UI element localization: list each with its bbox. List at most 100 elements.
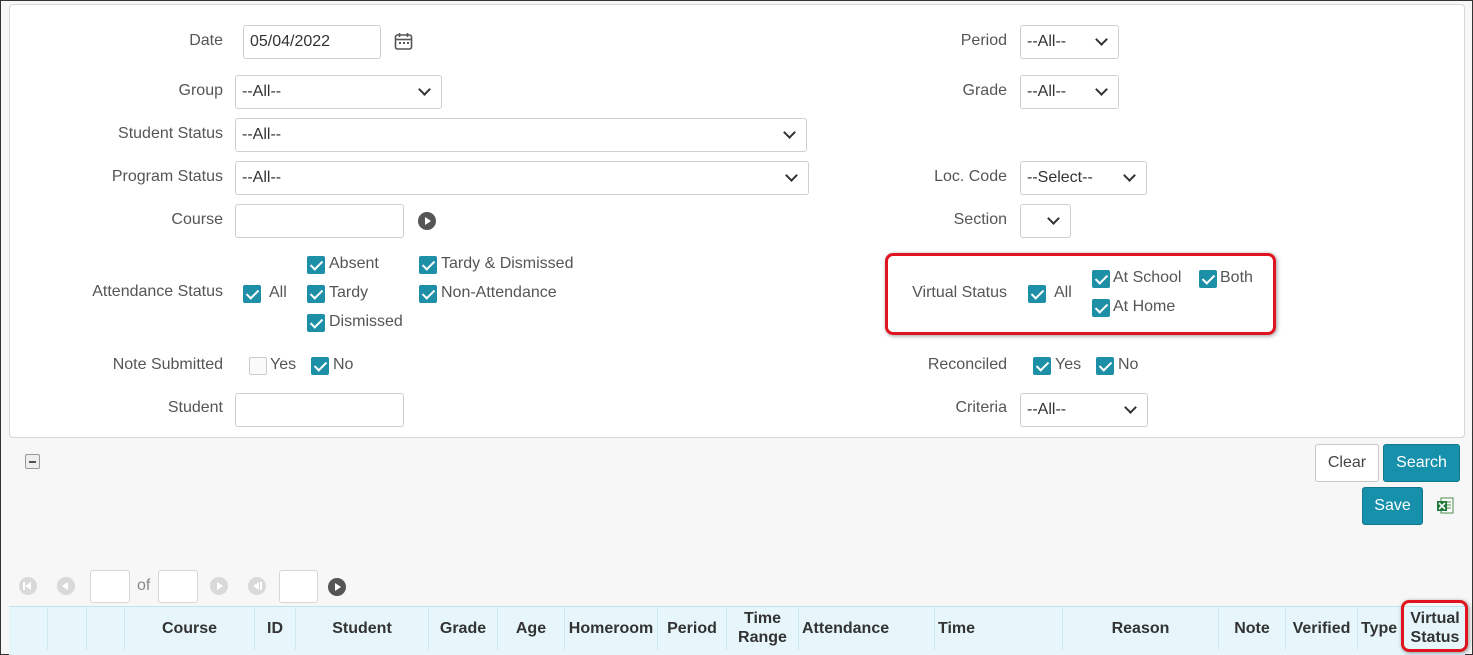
chevron-down-icon [418, 83, 431, 96]
column-header-homeroom[interactable]: Homeroom [565, 606, 657, 650]
virtual-at-school-checkbox[interactable] [1092, 270, 1110, 288]
column-header-id[interactable]: ID [255, 606, 295, 650]
section-select[interactable] [1020, 204, 1071, 238]
note-no-label: No [333, 356, 354, 373]
course-lookup-play-icon[interactable] [418, 212, 436, 230]
note-yes-checkbox[interactable] [249, 357, 267, 375]
column-header-grade[interactable]: Grade [429, 606, 497, 650]
group-select-value: --All-- [242, 83, 282, 100]
student-status-label: Student Status [118, 125, 223, 142]
column-header-note[interactable]: Note [1219, 606, 1285, 650]
grade-select-value: --All-- [1027, 83, 1067, 100]
column-divider [47, 608, 48, 650]
virtual-status-column-highlight [1401, 600, 1468, 652]
attendance-dismissed-checkbox[interactable] [307, 314, 325, 332]
attendance-tardy-checkbox[interactable] [307, 285, 325, 303]
first-page-icon[interactable] [19, 577, 37, 595]
chevron-down-icon [1123, 169, 1136, 182]
date-label: Date [189, 32, 223, 49]
attendance-tardy-dismissed-label: Tardy & Dismissed [441, 255, 574, 272]
calendar-icon[interactable] [394, 32, 413, 51]
page-total-field [158, 570, 198, 603]
reconciled-label: Reconciled [927, 356, 1007, 373]
virtual-both-checkbox[interactable] [1199, 270, 1217, 288]
virtual-at-home-checkbox[interactable] [1092, 299, 1110, 317]
virtual-all-label: All [1054, 284, 1072, 301]
criteria-label: Criteria [955, 399, 1007, 416]
grade-select[interactable]: --All-- [1020, 75, 1119, 109]
grade-label: Grade [962, 82, 1007, 99]
course-input[interactable] [235, 204, 404, 238]
program-status-select[interactable]: --All-- [235, 161, 809, 195]
column-header-age[interactable]: Age [498, 606, 564, 650]
filter-panel [9, 4, 1465, 438]
group-select[interactable]: --All-- [235, 75, 442, 109]
attendance-non-attendance-label: Non-Attendance [441, 284, 557, 301]
chevron-down-icon [785, 169, 798, 182]
attendance-non-attendance-checkbox[interactable] [419, 285, 437, 303]
column-header-reason[interactable]: Reason [1063, 606, 1218, 650]
loc-code-label: Loc. Code [934, 168, 1007, 185]
collapse-panel-icon[interactable] [25, 454, 40, 469]
page-number-input[interactable] [90, 570, 130, 603]
go-play-icon[interactable] [328, 578, 346, 596]
clear-button[interactable]: Clear [1315, 444, 1379, 482]
column-header-student[interactable]: Student [296, 606, 428, 650]
search-button[interactable]: Search [1383, 444, 1460, 482]
reconciled-yes-label: Yes [1055, 356, 1082, 373]
reconciled-no-checkbox[interactable] [1096, 357, 1114, 375]
date-input[interactable]: 05/04/2022 [243, 25, 381, 59]
criteria-select[interactable]: --All-- [1020, 393, 1148, 427]
attendance-absent-label: Absent [329, 255, 379, 272]
next-page-icon[interactable] [210, 577, 228, 595]
section-label: Section [953, 211, 1007, 228]
group-label: Group [178, 82, 223, 99]
student-label: Student [167, 399, 223, 416]
chevron-down-icon [1047, 212, 1060, 225]
period-select[interactable]: --All-- [1020, 25, 1119, 59]
chevron-down-icon [783, 126, 796, 139]
attendance-dismissed-label: Dismissed [329, 313, 403, 330]
attendance-tardy-dismissed-checkbox[interactable] [419, 256, 437, 274]
period-select-value: --All-- [1027, 33, 1067, 50]
course-label: Course [171, 211, 223, 228]
note-no-checkbox[interactable] [311, 357, 329, 375]
reconciled-yes-checkbox[interactable] [1033, 357, 1051, 375]
virtual-all-checkbox[interactable] [1028, 285, 1046, 303]
column-header-course[interactable]: Course [125, 606, 254, 650]
column-header-time-range[interactable]: Time Range [727, 606, 798, 650]
column-header-attendance[interactable]: Attendance [799, 606, 934, 650]
last-page-icon[interactable] [248, 577, 266, 595]
program-status-select-value: --All-- [242, 169, 282, 186]
reconciled-no-label: No [1118, 356, 1139, 373]
virtual-at-school-label: At School [1113, 269, 1182, 286]
attendance-absent-checkbox[interactable] [307, 256, 325, 274]
virtual-at-home-label: At Home [1113, 298, 1176, 315]
excel-icon[interactable] [1436, 497, 1454, 515]
column-header-time[interactable]: Time [935, 606, 1062, 650]
attendance-status-label: Attendance Status [92, 283, 223, 300]
chevron-down-icon [1095, 33, 1108, 46]
chevron-down-icon [1095, 83, 1108, 96]
attendance-all-checkbox[interactable] [243, 285, 261, 303]
student-status-select[interactable]: --All-- [235, 118, 807, 152]
previous-page-icon[interactable] [57, 577, 75, 595]
virtual-both-label: Both [1220, 269, 1253, 286]
page-size-input[interactable] [279, 570, 318, 603]
column-header-period[interactable]: Period [658, 606, 726, 650]
loc-code-select-value: --Select-- [1027, 169, 1093, 186]
column-header-type[interactable]: Type [1358, 606, 1403, 650]
program-status-label: Program Status [111, 168, 223, 185]
column-header-verified[interactable]: Verified [1286, 606, 1357, 650]
column-divider [86, 608, 87, 650]
save-button[interactable]: Save [1362, 487, 1423, 525]
virtual-status-label: Virtual Status [912, 284, 1007, 301]
note-submitted-label: Note Submitted [112, 356, 223, 373]
student-input[interactable] [235, 393, 404, 427]
loc-code-select[interactable]: --Select-- [1020, 161, 1147, 195]
criteria-select-value: --All-- [1027, 401, 1067, 418]
chevron-down-icon [1124, 401, 1137, 414]
attendance-all-label: All [269, 284, 287, 301]
student-status-select-value: --All-- [242, 126, 282, 143]
note-yes-label: Yes [270, 356, 297, 373]
